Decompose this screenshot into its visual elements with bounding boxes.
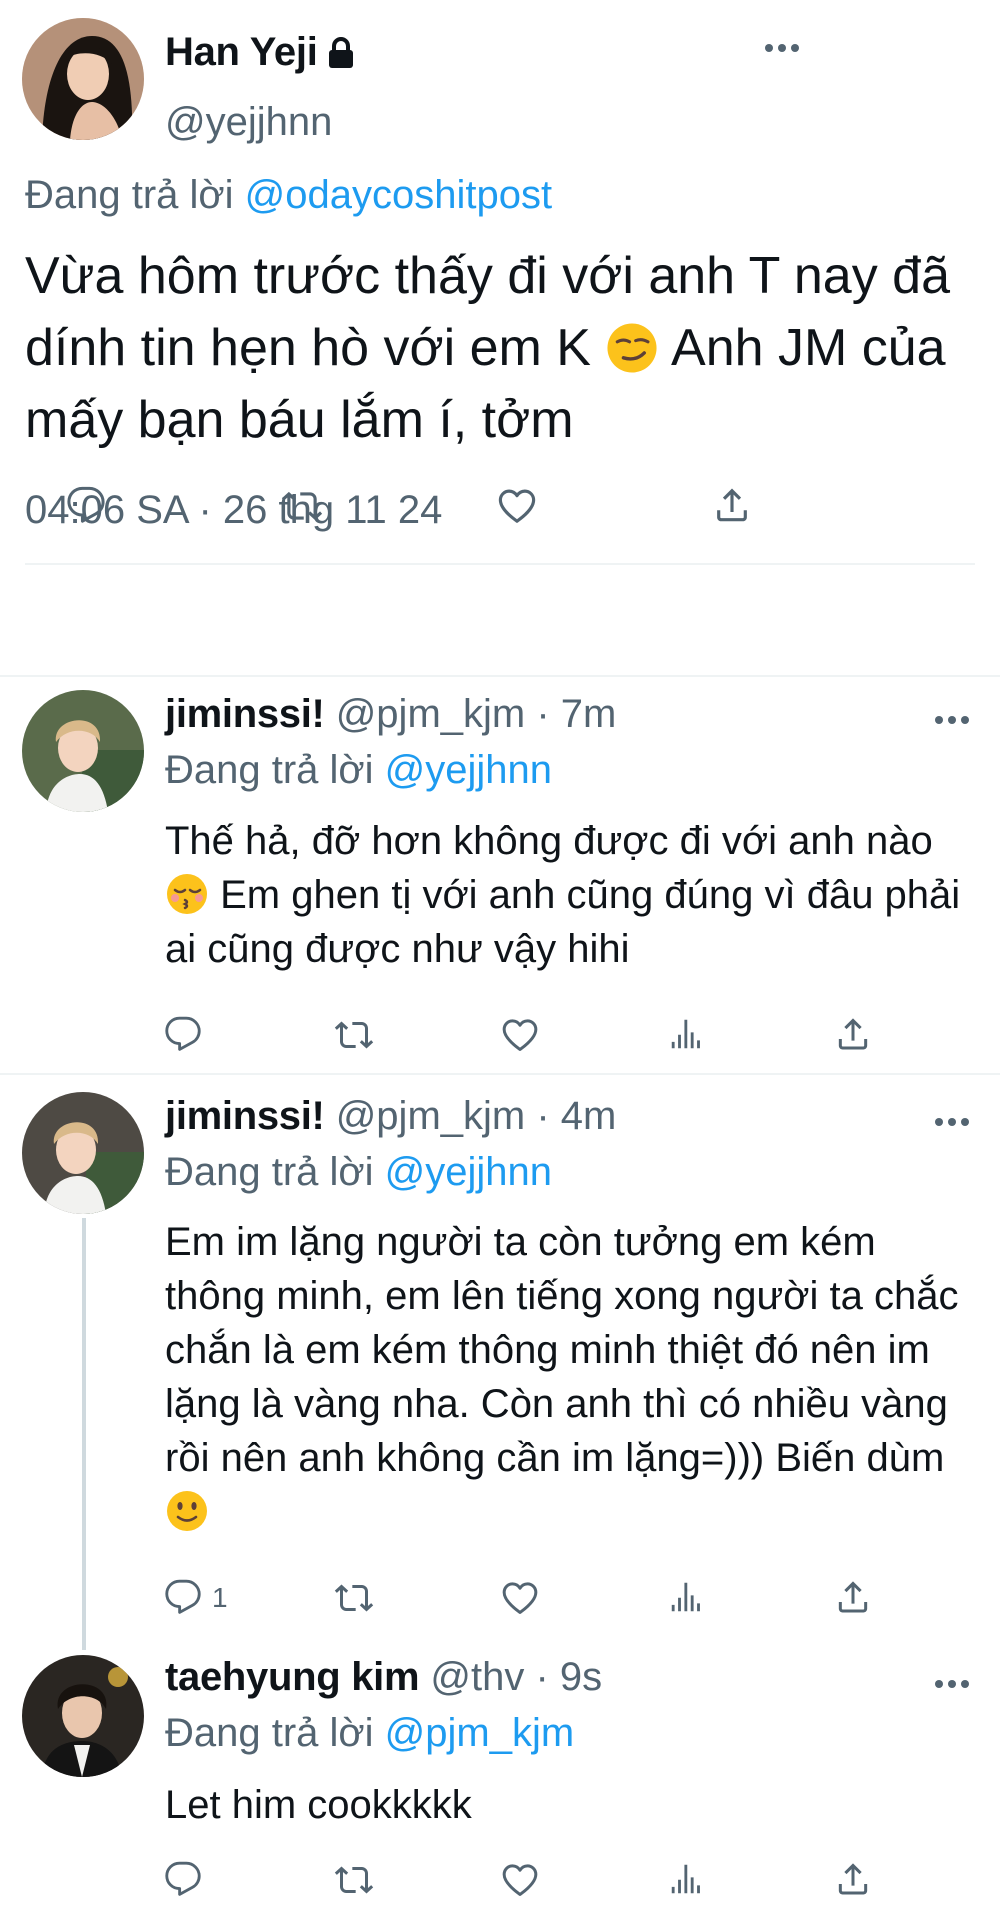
avatar[interactable] [22, 690, 144, 812]
display-name[interactable]: Han Yeji [165, 30, 318, 75]
author-row: taehyung kim @thv · 9s [165, 1655, 602, 1700]
reply-prefix: Đang trả lời [25, 173, 234, 217]
display-name[interactable]: jiminssi! [165, 1094, 325, 1138]
more-options-icon[interactable] [935, 1117, 969, 1127]
reply-button[interactable] [164, 1860, 202, 1898]
tweet-text: Vừa hôm trước thấy đi với anh T nay đã d… [25, 240, 985, 456]
divider [0, 675, 1000, 677]
reply-button[interactable] [164, 1578, 202, 1616]
smirk-emoji-icon [605, 321, 659, 375]
relative-time[interactable]: · 7m [536, 692, 616, 736]
lock-icon [326, 36, 356, 70]
tweet-text-part-1: Em im lặng người ta còn tưởng em kém thô… [165, 1220, 959, 1480]
analytics-button[interactable] [667, 1578, 705, 1616]
like-button[interactable] [500, 1015, 540, 1055]
replying-to: Đang trả lời @odaycoshitpost [25, 173, 552, 218]
retweet-button[interactable] [334, 1578, 374, 1618]
share-button[interactable] [833, 1859, 873, 1899]
like-button[interactable] [500, 1860, 540, 1900]
retweet-icon [334, 1860, 374, 1900]
retweet-button[interactable] [281, 485, 323, 527]
reply-icon [66, 485, 106, 525]
like-icon [500, 1578, 540, 1618]
tweet-text: Thế hả, đỡ hơn không được đi với anh nào… [165, 814, 985, 976]
tweet-text: Let him cookkkkk [165, 1783, 472, 1827]
reply-button[interactable] [164, 1015, 202, 1053]
share-icon [833, 1859, 873, 1899]
analytics-icon [667, 1578, 705, 1616]
more-options-icon[interactable] [935, 1679, 969, 1689]
like-button[interactable] [496, 485, 538, 527]
analytics-icon [667, 1860, 705, 1898]
main-tweet: Han Yeji @yejjhnn Đang trả lời @odaycosh… [0, 0, 1000, 675]
reply-to-link[interactable]: @odaycoshitpost [245, 173, 552, 217]
tweet-text-part-1: Thế hả, đỡ hơn không được đi với anh nào [165, 819, 933, 863]
like-icon [496, 485, 538, 527]
like-button[interactable] [500, 1578, 540, 1618]
author-row: jiminssi! @pjm_kjm · 7m [165, 692, 616, 737]
reply-to-link[interactable]: @yejjhnn [385, 1150, 552, 1194]
share-button[interactable] [833, 1577, 873, 1617]
reply-button[interactable] [66, 485, 106, 525]
handle[interactable]: @thv [430, 1655, 524, 1699]
avatar[interactable] [22, 1092, 144, 1214]
handle[interactable]: @pjm_kjm [336, 1094, 526, 1138]
reply-prefix: Đang trả lời [165, 1150, 374, 1194]
retweet-icon [334, 1578, 374, 1618]
retweet-button[interactable] [334, 1015, 374, 1055]
share-button[interactable] [833, 1014, 873, 1054]
display-name[interactable]: jiminssi! [165, 692, 325, 736]
share-icon [833, 1577, 873, 1617]
reply-icon [164, 1015, 202, 1053]
relative-time[interactable]: · 9s [535, 1655, 602, 1699]
tweet-text: Em im lặng người ta còn tưởng em kém thô… [165, 1215, 985, 1539]
handle[interactable]: @pjm_kjm [336, 692, 526, 736]
more-options-icon[interactable] [935, 715, 969, 725]
author-row: jiminssi! @pjm_kjm · 4m [165, 1094, 616, 1139]
reply-to-link[interactable]: @pjm_kjm [385, 1711, 575, 1755]
replying-to: Đang trả lời @yejjhnn [165, 748, 552, 793]
reply-prefix: Đang trả lời [165, 1711, 374, 1755]
share-icon [833, 1014, 873, 1054]
analytics-icon [667, 1015, 705, 1053]
share-icon [711, 484, 753, 526]
retweet-icon [334, 1015, 374, 1055]
more-options-icon[interactable] [765, 43, 799, 53]
thread-connector [82, 1218, 86, 1650]
tweet-text-part-2: Em ghen tị với anh cũng đúng vì đâu phải… [165, 873, 961, 971]
reply-icon [164, 1578, 202, 1616]
retweet-icon [281, 485, 323, 527]
relative-time[interactable]: · 4m [536, 1094, 616, 1138]
retweet-button[interactable] [334, 1860, 374, 1900]
avatar[interactable] [22, 1655, 144, 1777]
slightly-smiling-emoji-icon [165, 1489, 209, 1533]
avatar[interactable] [22, 18, 144, 140]
reply-count: 1 [212, 1582, 228, 1613]
handle[interactable]: @yejjhnn [165, 100, 332, 145]
like-icon [500, 1860, 540, 1900]
like-icon [500, 1015, 540, 1055]
reply-prefix: Đang trả lời [165, 748, 374, 792]
author-row: Han Yeji [165, 30, 356, 75]
share-button[interactable] [711, 484, 753, 526]
reply-to-link[interactable]: @yejjhnn [385, 748, 552, 792]
divider [0, 1073, 1000, 1075]
display-name[interactable]: taehyung kim [165, 1655, 420, 1699]
analytics-button[interactable] [667, 1015, 705, 1053]
divider [25, 563, 975, 565]
reply-icon [164, 1860, 202, 1898]
kissing-emoji-icon [165, 872, 209, 916]
replying-to: Đang trả lời @pjm_kjm [165, 1711, 574, 1756]
analytics-button[interactable] [667, 1860, 705, 1898]
replying-to: Đang trả lời @yejjhnn [165, 1150, 552, 1195]
